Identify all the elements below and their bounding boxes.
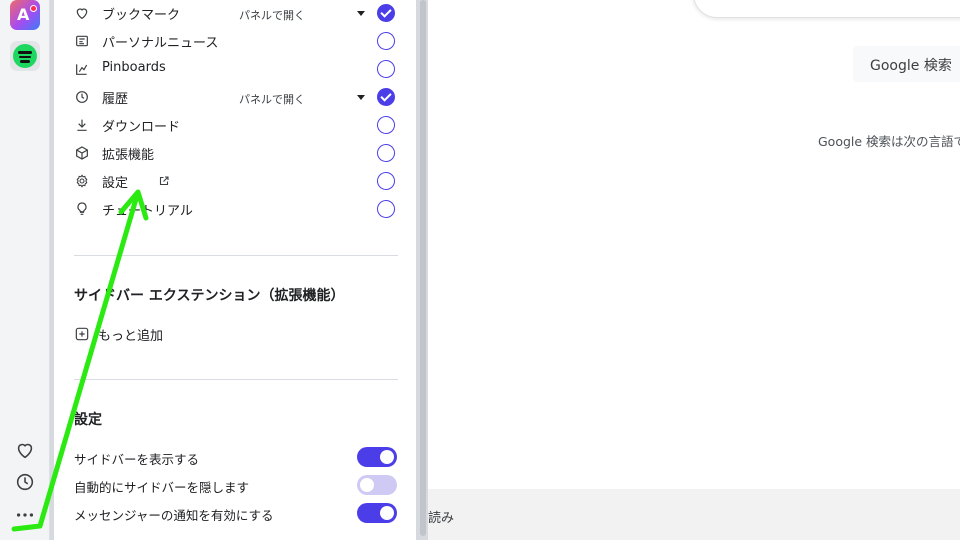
gear-icon [76, 174, 88, 188]
heart-icon[interactable] [14, 439, 36, 461]
news-icon [76, 35, 88, 47]
cube-icon [76, 146, 88, 160]
footer-text: 読み [428, 511, 455, 526]
add-more-label: もっと追加 [98, 329, 164, 344]
more-icon[interactable] [14, 504, 36, 526]
toggle-switch[interactable] [357, 503, 397, 523]
clock-icon [76, 91, 88, 103]
item-checkbox[interactable] [377, 200, 395, 218]
panel-scrollbar[interactable] [418, 0, 428, 540]
clock-icon[interactable] [14, 471, 36, 493]
download-icon [77, 119, 87, 131]
toggle-label: サイドバーを表示する [74, 452, 200, 467]
sidebar-item-label: チュートリアル [102, 204, 193, 219]
chevron-down-icon[interactable] [357, 95, 365, 100]
spotify-app-icon[interactable] [10, 41, 40, 71]
sidebar-item-history[interactable]: 履歴 パネルで開く [74, 84, 398, 112]
sidebar-item-bookmarks[interactable]: ブックマーク パネルで開く [74, 0, 398, 28]
toggle-auto-hide-sidebar[interactable]: 自動的にサイドバーを隠します [74, 473, 398, 497]
lightbulb-icon [77, 202, 87, 215]
item-checkbox[interactable] [377, 116, 395, 134]
plus-square-icon [75, 327, 89, 341]
sidebar-item-label: ダウンロード [102, 120, 181, 135]
item-checkbox[interactable] [377, 144, 395, 162]
item-checkbox[interactable] [377, 4, 395, 22]
sidebar-item-downloads[interactable]: ダウンロード [74, 112, 398, 140]
item-checkbox[interactable] [377, 60, 395, 78]
external-link-icon[interactable] [158, 175, 170, 187]
toggle-show-sidebar[interactable]: サイドバーを表示する [74, 445, 398, 469]
divider [74, 379, 398, 380]
language-offer-text: Google 検索は次の言語で [818, 134, 960, 149]
sidebar-item-pinboards[interactable]: Pinboards [74, 56, 398, 84]
pinboard-icon [76, 64, 88, 75]
toggle-messenger-notifications[interactable]: メッセンジャーの通知を有効にする [74, 501, 398, 525]
sidebar-item-label: ブックマーク [102, 8, 181, 23]
page-footer: 読み [428, 489, 960, 540]
sidebar-item-personal-news[interactable]: パーソナルニュース [74, 28, 398, 56]
scrollbar-thumb[interactable] [420, 0, 426, 536]
search-input[interactable] [693, 0, 960, 18]
item-checkbox[interactable] [377, 88, 395, 106]
toggle-label: メッセンジャーの通知を有効にする [74, 508, 274, 523]
toggle-switch[interactable] [357, 447, 397, 467]
item-checkbox[interactable] [377, 32, 395, 50]
sidebar-item-label: Pinboards [102, 60, 166, 75]
extensions-section-title: サイドバー エクステンション（拡張機能） [74, 288, 345, 304]
browser-content: Google 検索 Google 検索は次の言語で 読み [428, 0, 960, 540]
settings-section-title: 設定 [74, 412, 102, 428]
aria-app-icon[interactable]: A [10, 0, 40, 30]
open-mode-dropdown[interactable]: パネルで開く [239, 7, 305, 23]
google-search-button[interactable]: Google 検索 [853, 46, 960, 82]
toggle-label: 自動的にサイドバーを隠します [74, 480, 250, 495]
sidebar-item-tutorial[interactable]: チュートリアル [74, 196, 398, 224]
toggle-switch[interactable] [357, 475, 397, 495]
sidebar-item-extensions[interactable]: 拡張機能 [74, 140, 398, 168]
sidebar-item-label: 拡張機能 [102, 148, 155, 163]
sidebar-item-label: 履歴 [102, 92, 129, 107]
sidebar-item-label: 設定 [102, 176, 129, 191]
chevron-down-icon[interactable] [357, 11, 365, 16]
sidebar-item-settings[interactable]: 設定 [74, 168, 398, 196]
divider [74, 255, 398, 256]
item-checkbox[interactable] [377, 172, 395, 190]
app-rail: A [0, 0, 50, 540]
open-mode-dropdown[interactable]: パネルで開く [239, 91, 305, 107]
heart-icon [76, 8, 88, 20]
sidebar-item-label: パーソナルニュース [102, 36, 219, 51]
sidebar-settings-panel: ブックマーク パネルで開く パーソナルニュース Pinboards 履歴 パネル… [54, 0, 416, 540]
